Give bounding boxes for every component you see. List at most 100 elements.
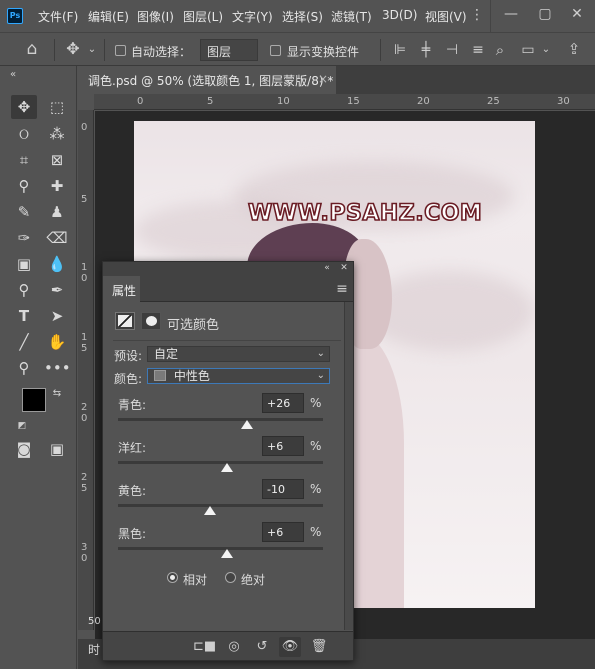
dodge-tool-icon[interactable]: ⚲ [11, 278, 37, 302]
menu-3d[interactable]: 3D(D) [382, 8, 417, 22]
preset-dropdown[interactable]: 自定 ⌄ [147, 346, 330, 362]
panel-header[interactable]: « ✕ [103, 262, 353, 276]
view-previous-state-icon[interactable]: ◎ [223, 637, 245, 657]
divider [490, 0, 491, 32]
blur-tool-icon[interactable]: 💧 [44, 252, 70, 276]
type-tool-icon[interactable]: T [11, 304, 37, 328]
clone-stamp-tool-icon[interactable]: ♟ [44, 200, 70, 224]
align-center-icon[interactable]: ╪ [416, 40, 436, 60]
yellow-label: 黄色: [118, 484, 147, 498]
divider [54, 39, 55, 61]
clip-to-layer-icon[interactable]: ⊏■ [193, 637, 216, 657]
eraser-tool-icon[interactable]: ⌫ [44, 226, 70, 250]
close-window-icon[interactable]: ✕ [566, 4, 588, 24]
collapse-panel-icon[interactable]: « [321, 258, 333, 278]
auto-select-target-dropdown[interactable]: 图层 [200, 39, 258, 61]
frame-tool-icon[interactable]: ⊠ [44, 148, 70, 172]
visibility-eye-icon[interactable]: 👁 [279, 637, 301, 657]
more-tools-icon[interactable]: ••• [44, 356, 71, 380]
absolute-radio[interactable] [225, 572, 236, 583]
screen-mode-icon[interactable]: ▣ [44, 437, 70, 461]
eyedropper-tool-icon[interactable]: ⚲ [11, 174, 37, 198]
menu-filter[interactable]: 滤镜(T) [331, 8, 372, 25]
black-slider-thumb[interactable] [220, 549, 233, 558]
hand-tool-icon[interactable]: ✋ [44, 330, 70, 354]
menu-image[interactable]: 图像(I) [137, 8, 174, 25]
auto-select-checkbox[interactable] [115, 45, 126, 56]
yellow-value-input[interactable]: -10 [262, 479, 304, 499]
search-icon[interactable]: ⌕ [490, 40, 510, 60]
history-brush-tool-icon[interactable]: ✑ [11, 226, 37, 250]
brush-tool-icon[interactable]: ✎ [11, 200, 37, 224]
healing-brush-tool-icon[interactable]: ✚ [44, 174, 70, 198]
yellow-slider-track[interactable] [118, 504, 323, 507]
divider [380, 39, 381, 61]
menu-file[interactable]: 文件(F) [38, 8, 78, 25]
quick-mask-icon[interactable]: ◙ [11, 437, 37, 461]
chevron-down-icon[interactable]: ⌄ [86, 40, 98, 60]
tools-panel: « ✥ ⬚ ଠ ⁂ ⌗ ⊠ ⚲ ✚ ✎ ♟ ✑ ⌫ ▣ 💧 ⚲ ✒ T ➤ ╱ … [0, 66, 77, 669]
chevron-down-icon[interactable]: ⌄ [540, 40, 552, 60]
reset-icon[interactable]: ↺ [251, 637, 273, 657]
path-selection-tool-icon[interactable]: ➤ [44, 304, 70, 328]
panel-scrollbar[interactable] [344, 302, 353, 630]
workspace-icon[interactable]: ▭ [518, 40, 538, 60]
document-tab-title: 调色.psd @ 50% (选取颜色 1, 图层蒙版/8) * [88, 74, 334, 88]
foreground-color-swatch[interactable] [22, 388, 46, 412]
relative-radio[interactable] [167, 572, 178, 583]
more-menu-icon[interactable]: ⋮ [470, 5, 484, 25]
marquee-tool-icon[interactable]: ⬚ [44, 95, 70, 119]
gradient-tool-icon[interactable]: ▣ [11, 252, 37, 276]
crop-tool-icon[interactable]: ⌗ [11, 148, 37, 172]
minimize-icon[interactable]: — [500, 4, 522, 24]
cyan-value-input[interactable]: +26 [262, 393, 304, 413]
home-icon[interactable]: ⌂ [20, 39, 44, 59]
menu-select[interactable]: 选择(S) [282, 8, 323, 25]
zoom-level[interactable]: 50 [88, 616, 101, 627]
ruler-label: 0 [81, 122, 88, 133]
pen-tool-icon[interactable]: ✒ [44, 278, 70, 302]
cyan-slider-thumb[interactable] [241, 420, 254, 429]
cyan-slider-track[interactable] [118, 418, 323, 421]
colors-label: 颜色: [114, 372, 143, 386]
zoom-tool-icon[interactable]: ⚲ [11, 356, 37, 380]
auto-select-label: 自动选择： [131, 45, 192, 59]
ruler-label: 10 [277, 96, 290, 107]
menu-view[interactable]: 视图(V) [425, 8, 467, 25]
mask-icon[interactable] [141, 312, 161, 330]
restore-icon[interactable]: ▢ [534, 4, 556, 24]
document-tab[interactable]: 调色.psd @ 50% (选取颜色 1, 图层蒙版/8) * × [78, 66, 336, 94]
align-right-icon[interactable]: ⊣ [442, 40, 462, 60]
menu-layer[interactable]: 图层(L) [183, 8, 223, 25]
yellow-slider-thumb[interactable] [204, 506, 217, 515]
align-left-icon[interactable]: ⊫ [390, 40, 410, 60]
move-tool-icon[interactable]: ✥ [11, 95, 37, 119]
tab-properties[interactable]: 属性 [103, 276, 140, 302]
magic-wand-tool-icon[interactable]: ⁂ [44, 122, 70, 146]
line-tool-icon[interactable]: ╱ [11, 330, 37, 354]
share-icon[interactable]: ⇪ [563, 39, 585, 59]
black-value-input[interactable]: +6 [262, 522, 304, 542]
menu-type[interactable]: 文字(Y) [232, 8, 273, 25]
menu-edit[interactable]: 编辑(E) [88, 8, 129, 25]
delete-icon[interactable]: 🗑 [308, 637, 330, 657]
show-transform-checkbox[interactable] [270, 45, 281, 56]
panel-menu-icon[interactable]: ≡ [334, 279, 350, 299]
collapse-arrows-icon[interactable]: « [6, 65, 20, 85]
divider [104, 39, 105, 61]
swap-colors-icon[interactable]: ⇆ [51, 384, 63, 404]
close-panel-icon[interactable]: ✕ [338, 258, 350, 278]
adjustment-title: 可选颜色 [167, 318, 220, 333]
status-info[interactable]: 时 [88, 641, 100, 658]
default-colors-icon[interactable]: ◩ [16, 416, 28, 436]
lasso-tool-icon[interactable]: ଠ [11, 122, 37, 146]
distribute-icon[interactable]: ≡ [468, 40, 488, 60]
magenta-slider-thumb[interactable] [220, 463, 233, 472]
close-tab-icon[interactable]: × [318, 72, 328, 86]
watermark-text: WWW.PSAHZ.COM [247, 200, 483, 227]
move-tool-icon[interactable]: ✥ [62, 39, 84, 59]
show-transform-label: 显示变换控件 [287, 45, 360, 59]
colors-dropdown[interactable]: 中性色 ⌄ [147, 368, 330, 384]
cyan-label: 青色: [118, 398, 147, 412]
magenta-value-input[interactable]: +6 [262, 436, 304, 456]
